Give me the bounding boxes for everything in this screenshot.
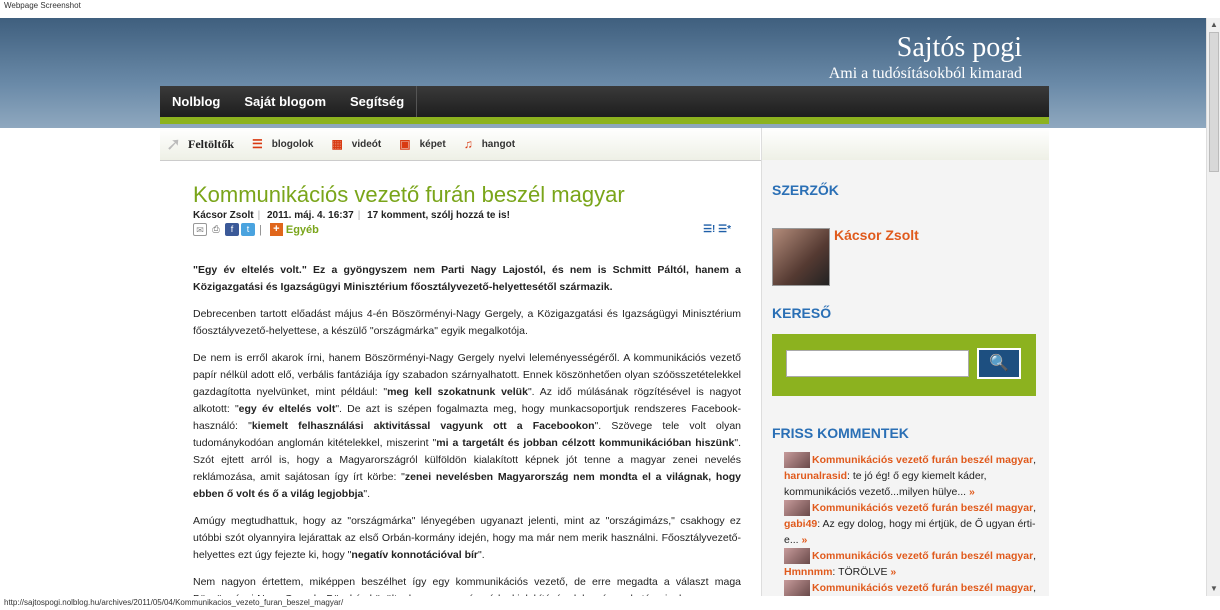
film-icon: ▦: [331, 137, 343, 151]
search-input[interactable]: [786, 350, 969, 377]
post-paragraph: Nem nagyon értettem, miképpen beszélhet …: [193, 576, 741, 596]
uploader-bloggers-link[interactable]: ☰ blogolok: [252, 137, 313, 151]
post-actions: ✉ ⎙ f t | + Egyéb: [193, 223, 741, 236]
link-label: blogolok: [271, 138, 314, 150]
accent-bar: [160, 117, 1049, 124]
recent-comment: Kommunikációs vezető furán beszél magyar…: [784, 452, 1046, 500]
comment-more-link[interactable]: »: [799, 534, 808, 546]
post-comments-link[interactable]: 17 komment, szólj hozzá te is!: [367, 210, 510, 221]
page-viewport: Sajtós pogi Ami a tudósításokból kimarad…: [0, 18, 1206, 596]
print-icon[interactable]: ⎙: [209, 223, 223, 236]
nav-sajat-blogom[interactable]: Saját blogom: [232, 86, 338, 117]
twitter-icon[interactable]: t: [241, 223, 255, 236]
search-icon: 🔍: [989, 355, 1009, 372]
comment-post-link[interactable]: Kommunikációs vezető furán beszél magyar: [812, 454, 1033, 466]
email-icon[interactable]: ✉: [193, 223, 207, 236]
author-avatar[interactable]: [772, 228, 830, 286]
nav-nolblog[interactable]: Nolblog: [160, 86, 232, 117]
post-paragraph: De nem is erről akarok írni, hanem Böszö…: [193, 352, 742, 500]
plus-icon[interactable]: +: [269, 223, 283, 236]
comment-post-link[interactable]: Kommunikációs vezető furán beszél magyar: [812, 582, 1033, 594]
scroll-up-icon[interactable]: ▲: [1207, 18, 1220, 32]
window-caption: Webpage Screenshot: [0, 0, 1220, 18]
separator: |: [259, 223, 262, 236]
post-paragraph: "Egy év eltelés volt." Ez a gyöngyszem n…: [193, 264, 741, 293]
link-label: hangot: [481, 138, 516, 150]
uploaders-label: Feltöltők: [188, 136, 234, 151]
post-category[interactable]: Egyéb: [286, 224, 319, 236]
scroll-thumb[interactable]: [1209, 32, 1219, 172]
main-nav: Nolblog Saját blogom Segítség: [160, 86, 1049, 117]
comment-sep: ,: [1033, 582, 1037, 594]
sidebar-header-strip: [761, 128, 1049, 160]
comment-sep: ,: [1033, 550, 1037, 562]
link-label: képet: [419, 138, 446, 150]
scroll-down-icon[interactable]: ▼: [1207, 582, 1220, 596]
comment-more-link[interactable]: »: [887, 566, 896, 578]
post-title[interactable]: Kommunikációs vezető furán beszél magyar: [193, 182, 741, 208]
vertical-scrollbar[interactable]: ▲ ▼: [1206, 18, 1220, 596]
recent-comment: Kommunikációs vezető furán beszél magyar…: [784, 580, 1046, 596]
search-button[interactable]: 🔍: [977, 348, 1021, 379]
comment-post-link[interactable]: Kommunikációs vezető furán beszél magyar: [812, 502, 1033, 514]
comment-text: : TÖRÖLVE: [832, 566, 888, 578]
list-icon: ☰: [252, 137, 263, 151]
music-icon: ♫: [463, 137, 473, 151]
post-meta: Kácsor Zsolt | 2011. máj. 4. 16:37 | 17 ko…: [193, 210, 510, 221]
site-subtitle: Ami a tudósításokból kimarad: [828, 65, 1022, 82]
uploader-image-link[interactable]: ▣ képet: [399, 137, 445, 151]
comment-text: : Az egy dolog, hogy mi értjük, de Ő ugy…: [784, 518, 1036, 546]
search-widget-title: KERESŐ: [772, 305, 832, 321]
uploader-audio-link[interactable]: ♫ hangot: [464, 137, 515, 151]
authors-widget-title: SZERZŐK: [772, 182, 839, 198]
image-icon: ▣: [399, 137, 411, 151]
commenter-avatar[interactable]: [784, 580, 810, 596]
blog-post: Kommunikációs vezető furán beszél magyar…: [193, 182, 741, 596]
post-author[interactable]: Kácsor Zsolt: [193, 210, 254, 221]
comment-user[interactable]: gabi49: [784, 518, 817, 530]
site-title[interactable]: Sajtós pogi: [897, 32, 1022, 64]
nav-divider: [416, 86, 418, 117]
link-label: videót: [351, 138, 382, 150]
comment-more-link[interactable]: »: [966, 486, 975, 498]
comment-user[interactable]: Hmnnmm: [784, 566, 832, 578]
commenter-avatar[interactable]: [784, 548, 810, 564]
commenter-avatar[interactable]: [784, 500, 810, 516]
recent-comments-title: FRISS KOMMENTEK: [772, 425, 909, 441]
post-date[interactable]: 2011. máj. 4. 16:37: [267, 210, 354, 221]
search-widget: 🔍: [772, 334, 1036, 396]
comment-user[interactable]: harunalrasid: [784, 470, 847, 482]
status-bar-url: http://sajtospogi.nolblog.hu/archives/20…: [0, 596, 1220, 610]
site-header: Sajtós pogi Ami a tudósításokból kimarad…: [0, 18, 1206, 128]
post-paragraph: Debrecenben tartott előadást május 4-én …: [193, 308, 741, 337]
post-paragraph: Amúgy megtudhattuk, hogy az "országmárka…: [193, 515, 741, 561]
rss-icons[interactable]: ☰! ☰*: [703, 224, 731, 235]
recent-comment: Kommunikációs vezető furán beszél magyar…: [784, 548, 1046, 580]
commenter-avatar[interactable]: [784, 452, 810, 468]
comment-sep: ,: [1033, 454, 1037, 466]
arrow-icon: ➚: [166, 134, 182, 154]
uploader-video-link[interactable]: ▦ videót: [331, 137, 381, 151]
comment-sep: ,: [1033, 502, 1037, 514]
author-link[interactable]: Kácsor Zsolt: [834, 227, 919, 243]
facebook-icon[interactable]: f: [225, 223, 239, 236]
post-body: "Egy év eltelés volt." Ez a gyöngyszem n…: [193, 262, 741, 596]
nav-segitseg[interactable]: Segítség: [338, 86, 416, 117]
uploaders-bar: ➚ Feltöltők ☰ blogolok ▦ videót ▣ képet ♫ ha…: [160, 128, 760, 160]
recent-comment: Kommunikációs vezető furán beszél magyar…: [784, 500, 1046, 548]
comment-post-link[interactable]: Kommunikációs vezető furán beszél magyar: [812, 550, 1033, 562]
